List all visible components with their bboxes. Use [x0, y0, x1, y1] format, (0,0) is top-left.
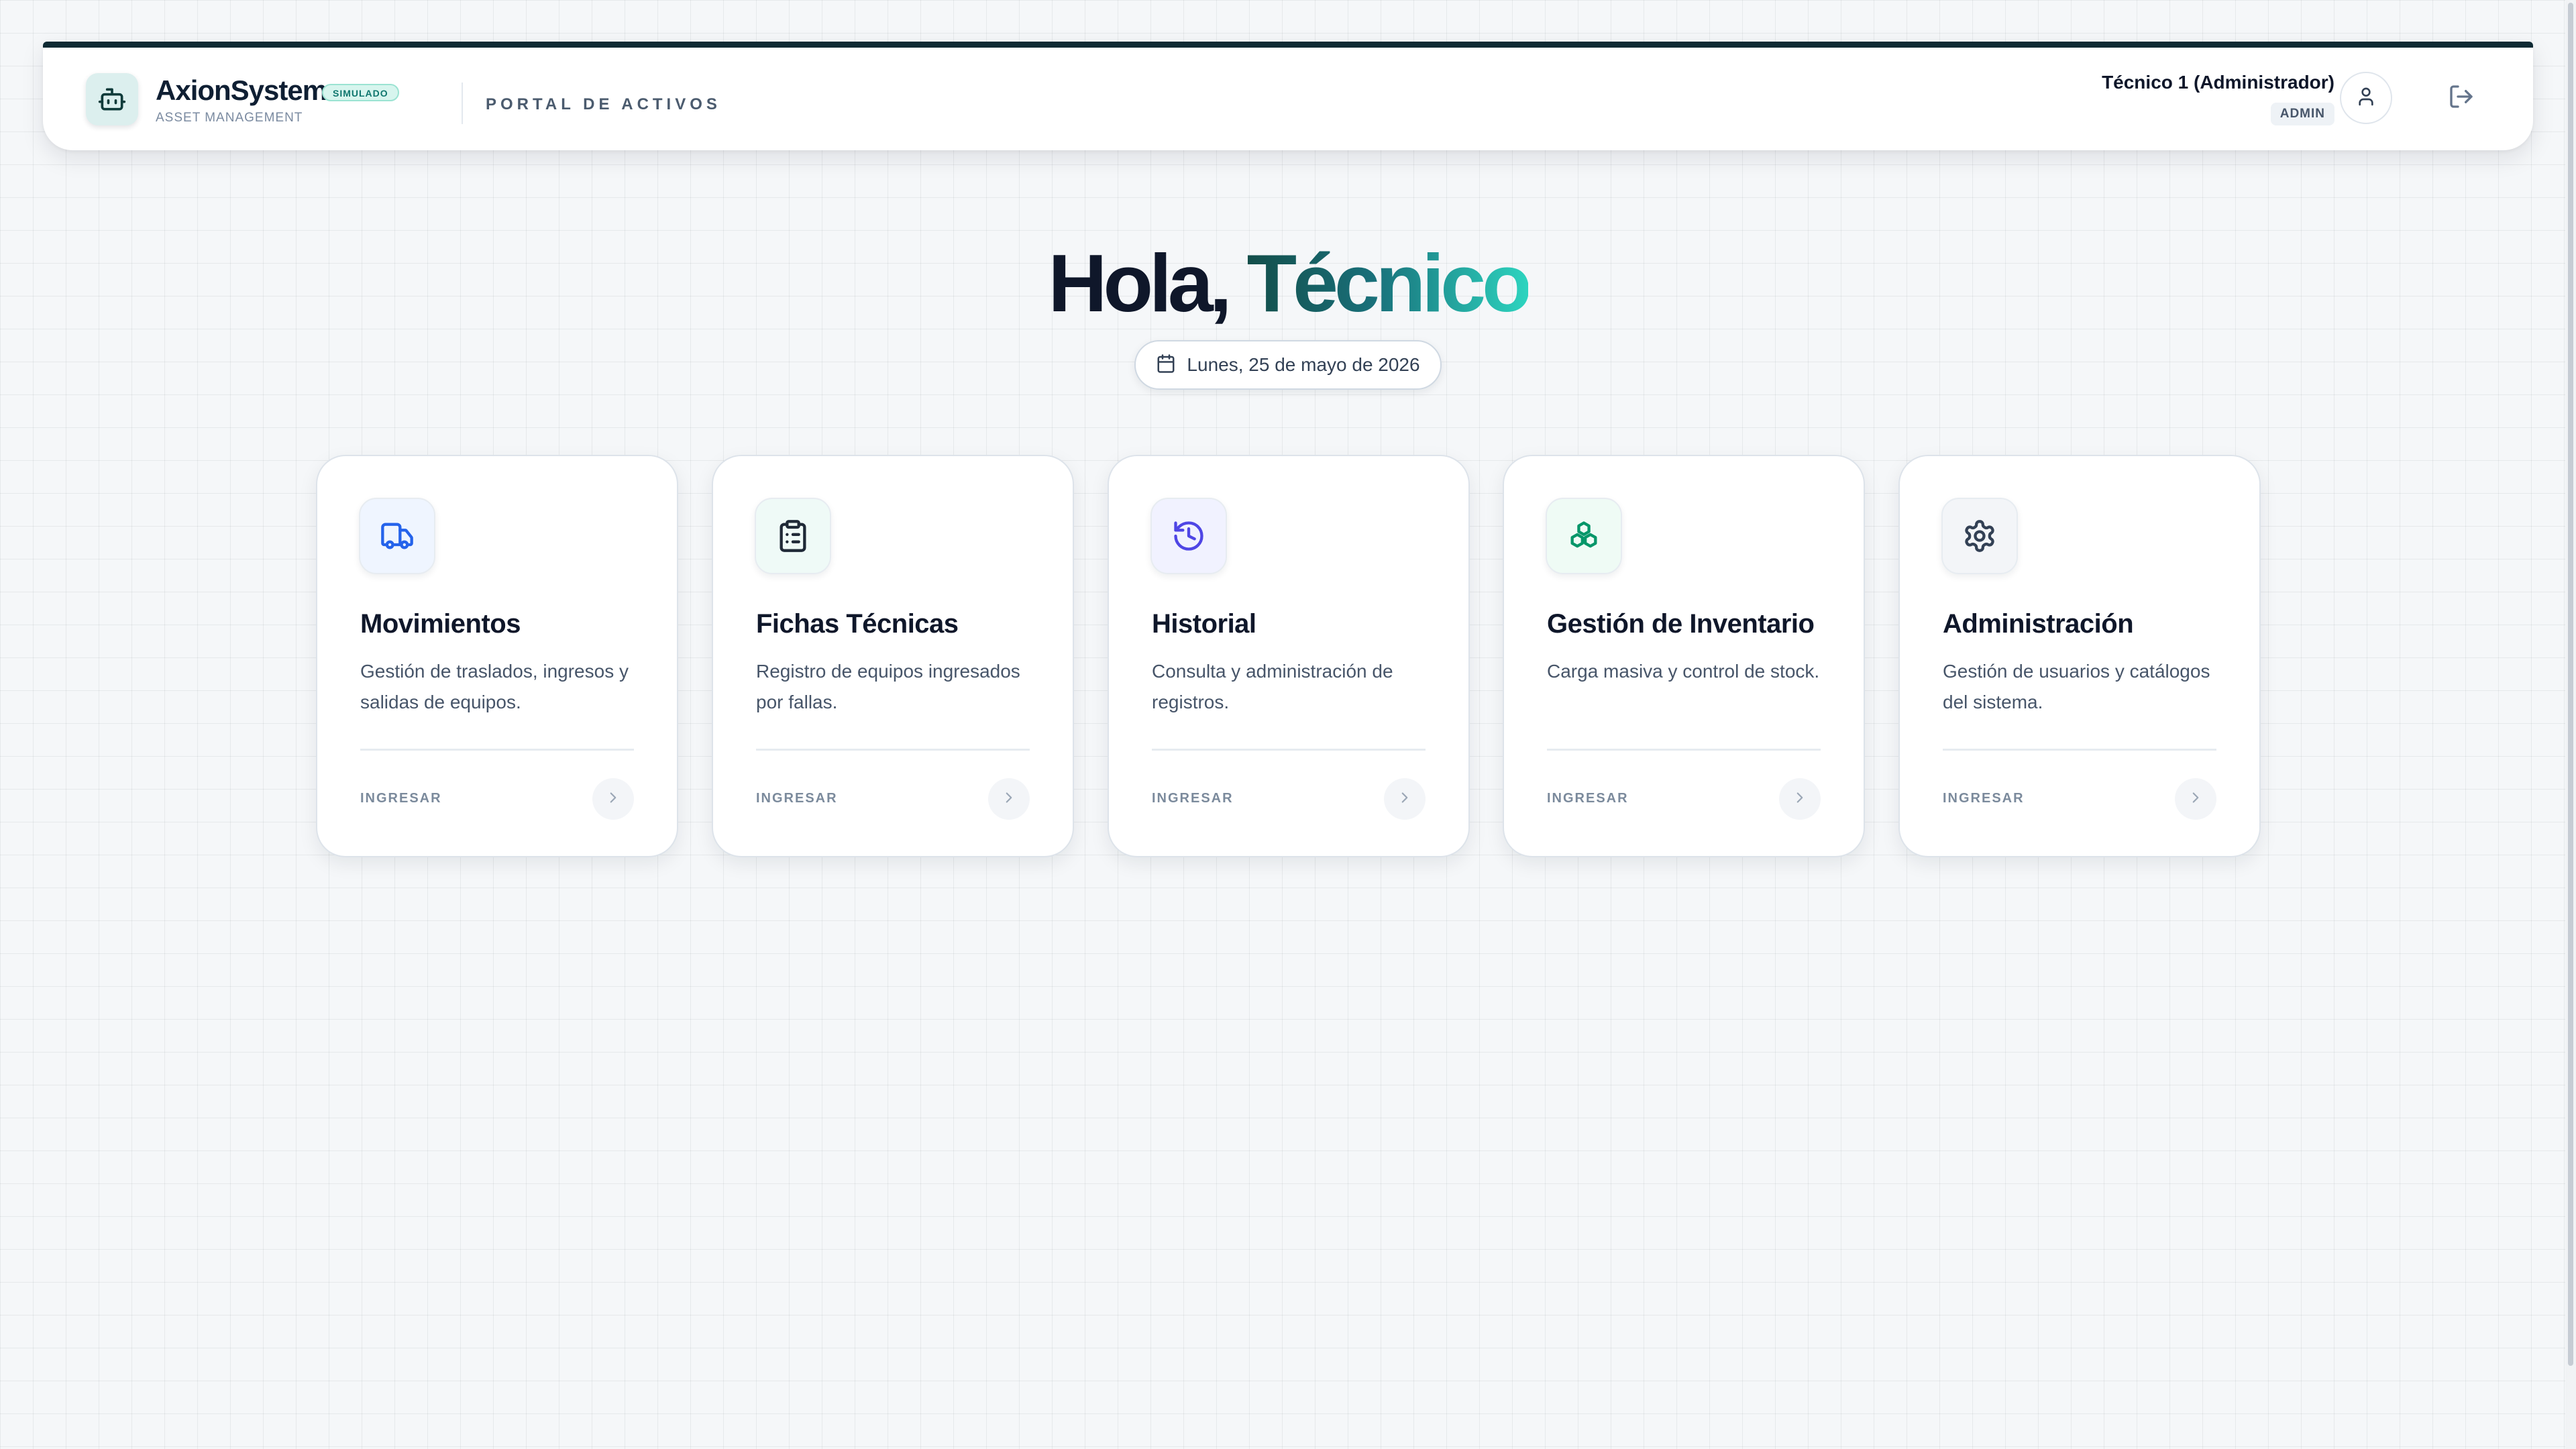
calendar-icon: [1156, 354, 1176, 377]
greeting-prefix: Hola,: [1048, 237, 1247, 329]
card-description: Gestión de traslados, ingresos y salidas…: [360, 661, 629, 712]
module-card-fichas-tecnicas[interactable]: Fichas Técnicas Registro de equipos ingr…: [712, 455, 1074, 857]
card-enter-link[interactable]: INGRESAR: [1943, 791, 2025, 806]
user-icon: [2355, 86, 2377, 111]
card-enter-link[interactable]: INGRESAR: [1152, 791, 1234, 806]
greeting-title: Hola, Técnico: [0, 236, 2576, 330]
date-pill: Lunes, 25 de mayo de 2026: [1134, 340, 1442, 390]
card-divider: [1547, 749, 1821, 751]
portal-label: PORTAL DE ACTIVOS: [486, 95, 721, 113]
card-title: Administración: [1943, 609, 2134, 639]
user-name: Técnico 1 (Administrador): [2102, 72, 2334, 93]
user-role-badge: ADMIN: [2270, 103, 2334, 125]
top-header: AxionSystem SIMULADO ASSET MANAGEMENT PO…: [43, 42, 2533, 150]
chevron-right-icon: [604, 789, 622, 810]
card-enter-link[interactable]: INGRESAR: [1547, 791, 1629, 806]
card-description: Registro de equipos ingresados por falla…: [756, 661, 1020, 712]
card-title: Gestión de Inventario: [1547, 609, 1815, 639]
card-arrow-button[interactable]: [2175, 778, 2216, 820]
card-divider: [1152, 749, 1426, 751]
gear-icon: [1941, 498, 2018, 574]
chevron-right-icon: [1396, 789, 1413, 810]
robot-icon: [86, 73, 138, 125]
page-scrollbar-thumb[interactable]: [2568, 3, 2573, 1366]
card-divider: [360, 749, 634, 751]
module-card-administracion[interactable]: Administración Gestión de usuarios y cat…: [1898, 455, 2261, 857]
card-arrow-button[interactable]: [1779, 778, 1821, 820]
card-title: Movimientos: [360, 609, 521, 639]
card-description: Gestión de usuarios y catálogos del sist…: [1943, 661, 2210, 712]
brand-subtitle: ASSET MANAGEMENT: [156, 111, 303, 125]
module-card-inventario[interactable]: Gestión de Inventario Carga masiva y con…: [1503, 455, 1865, 857]
logout-icon: [2448, 83, 2475, 113]
chevron-right-icon: [1000, 789, 1018, 810]
card-arrow-button[interactable]: [1384, 778, 1426, 820]
header-divider: [462, 83, 463, 124]
card-description: Consulta y administración de registros.: [1152, 661, 1393, 712]
card-title: Fichas Técnicas: [756, 609, 959, 639]
module-card-movimientos[interactable]: Movimientos Gestión de traslados, ingres…: [316, 455, 678, 857]
chevron-right-icon: [1791, 789, 1809, 810]
chevron-right-icon: [2187, 789, 2204, 810]
card-divider: [756, 749, 1030, 751]
card-description: Carga masiva y control de stock.: [1547, 661, 1820, 682]
card-enter-link[interactable]: INGRESAR: [756, 791, 838, 806]
brand-name: AxionSystem: [156, 74, 327, 106]
card-arrow-button[interactable]: [592, 778, 634, 820]
current-date: Lunes, 25 de mayo de 2026: [1187, 354, 1420, 375]
page-scrollbar-track[interactable]: [2565, 0, 2576, 1449]
user-profile-button[interactable]: [2340, 72, 2392, 124]
module-card-historial[interactable]: Historial Consulta y administración de r…: [1108, 455, 1470, 857]
card-enter-link[interactable]: INGRESAR: [360, 791, 442, 806]
boxes-icon: [1546, 498, 1622, 574]
logout-button[interactable]: [2440, 77, 2482, 119]
truck-icon: [359, 498, 435, 574]
card-title: Historial: [1152, 609, 1256, 639]
clipboard-list-icon: [755, 498, 831, 574]
card-divider: [1943, 749, 2216, 751]
card-arrow-button[interactable]: [988, 778, 1030, 820]
history-icon: [1150, 498, 1227, 574]
simulated-badge: SIMULADO: [322, 84, 399, 101]
greeting-name: Técnico: [1246, 237, 1532, 329]
